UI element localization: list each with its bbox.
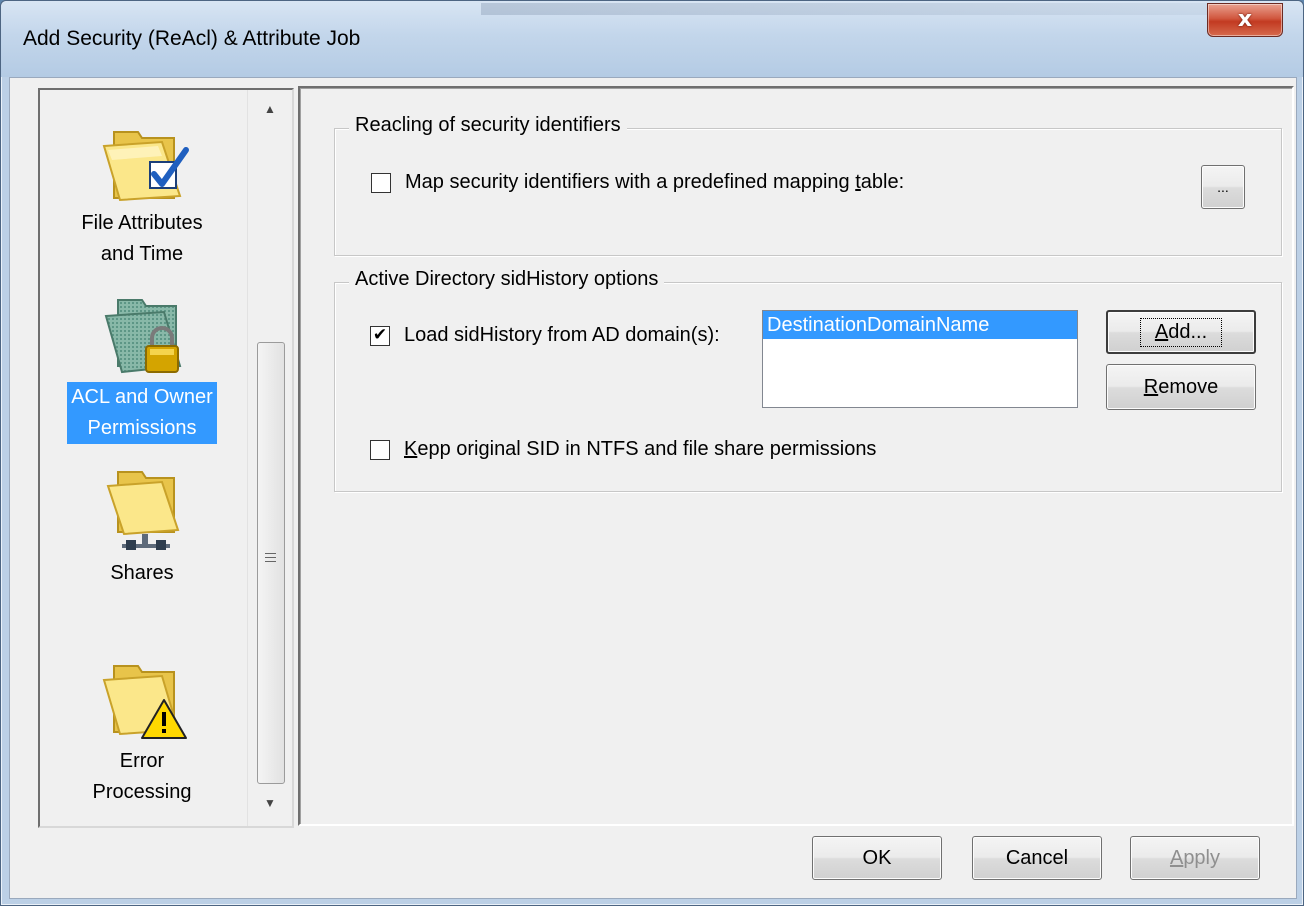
apply-button[interactable]: Apply (1130, 836, 1260, 880)
scroll-up-arrow-icon[interactable]: ▲ (248, 96, 292, 122)
cancel-button[interactable]: Cancel (972, 836, 1102, 880)
map-sid-checkbox[interactable]: Map security identifiers with a predefin… (371, 171, 904, 194)
window-title: Add Security (ReAcl) & Attribute Job (23, 27, 361, 50)
reacl-group-legend: Reacling of security identifiers (349, 114, 627, 137)
nav-item-acl-owner[interactable]: ACL and Owner Permissions (40, 286, 244, 444)
keep-original-sid-checkbox[interactable]: Kepp original SID in NTFS and file share… (370, 438, 876, 461)
apply-accelerator: A (1169, 846, 1184, 869)
browse-mapping-table-button[interactable]: ... (1201, 165, 1245, 209)
ok-button[interactable]: OK (812, 836, 942, 880)
nav-item-label-line2: Permissions (87, 417, 197, 439)
add-label-text: dd... (1168, 320, 1208, 343)
nav-item-label: Shares (110, 562, 174, 584)
map-sid-label-text-end: able: (860, 171, 905, 193)
map-sid-checkbox-box[interactable] (371, 172, 391, 193)
nav-item-label-line1: Error (119, 750, 165, 772)
folder-lock-icon (104, 299, 182, 374)
title-bar[interactable]: Add Security (ReAcl) & Attribute Job x (1, 1, 1303, 77)
scrollbar-grip-icon (265, 553, 276, 565)
map-sid-label-text: Map security identifiers with a predefin… (405, 171, 856, 193)
nav-item-label: File Attributes and Time (77, 208, 206, 270)
reacl-groupbox: Reacling of security identifiers Map sec… (334, 114, 1282, 256)
remove-accelerator: R (1143, 375, 1159, 398)
category-items: File Attributes and Time ACL and Owner P… (40, 90, 244, 826)
nav-item-label-line1: File Attributes (81, 212, 203, 234)
remove-label-text: emove (1158, 375, 1219, 398)
nav-item-label-line2: Processing (92, 781, 192, 803)
add-domain-button[interactable]: Add... (1106, 310, 1256, 354)
keep-label-text: epp original SID in NTFS and file share … (417, 438, 877, 460)
keep-original-sid-label: Kepp original SID in NTFS and file share… (404, 438, 876, 461)
keep-original-sid-checkbox-box[interactable] (370, 439, 390, 460)
nav-item-label: ACL and Owner Permissions (67, 382, 217, 444)
folder-check-icon (102, 131, 189, 202)
dialog-window: Add Security (ReAcl) & Attribute Job x F… (0, 0, 1304, 906)
scrollbar-thumb[interactable] (257, 342, 285, 784)
nav-item-shares[interactable]: Shares (40, 462, 244, 589)
nav-item-label-line1: ACL and Owner (71, 386, 213, 408)
apply-button-label: Apply (1170, 847, 1220, 870)
keep-accelerator: K (404, 438, 418, 460)
dialog-client-area: File Attributes and Time ACL and Owner P… (9, 77, 1297, 899)
category-scrollbar[interactable]: ▲ ▼ (247, 90, 292, 826)
nav-item-file-attributes[interactable]: File Attributes and Time (40, 112, 244, 270)
load-sidhistory-checkbox-box[interactable]: ✔ (370, 325, 390, 346)
remove-domain-button[interactable]: Remove (1106, 364, 1256, 410)
load-sidhistory-label: Load sidHistory from AD domain(s): (404, 324, 720, 346)
domain-listbox[interactable]: DestinationDomainName (762, 310, 1078, 408)
nav-item-error-processing[interactable]: Error Processing (40, 650, 244, 808)
load-sidhistory-checkbox[interactable]: ✔ Load sidHistory from AD domain(s): (370, 324, 720, 347)
remove-domain-button-label: Remove (1144, 376, 1218, 399)
list-item[interactable]: DestinationDomainName (763, 311, 1077, 339)
settings-panel: Reacling of security identifiers Map sec… (298, 86, 1294, 826)
nav-item-label: Error Processing (89, 746, 196, 808)
folder-warning-icon (102, 665, 187, 739)
ad-group-legend: Active Directory sidHistory options (349, 268, 665, 291)
close-button[interactable]: x (1207, 3, 1283, 37)
nav-item-label-line2: and Time (100, 243, 184, 265)
scroll-down-arrow-icon[interactable]: ▼ (248, 790, 292, 816)
map-sid-checkbox-label: Map security identifiers with a predefin… (405, 171, 904, 194)
add-domain-button-label: Add... (1139, 317, 1223, 347)
apply-label-text: pply (1183, 846, 1221, 869)
close-icon: x (1237, 7, 1253, 32)
title-bar-background-shadow (481, 3, 1213, 15)
category-list[interactable]: File Attributes and Time ACL and Owner P… (38, 88, 294, 828)
add-accelerator: A (1154, 320, 1169, 343)
folder-share-icon (106, 471, 180, 550)
